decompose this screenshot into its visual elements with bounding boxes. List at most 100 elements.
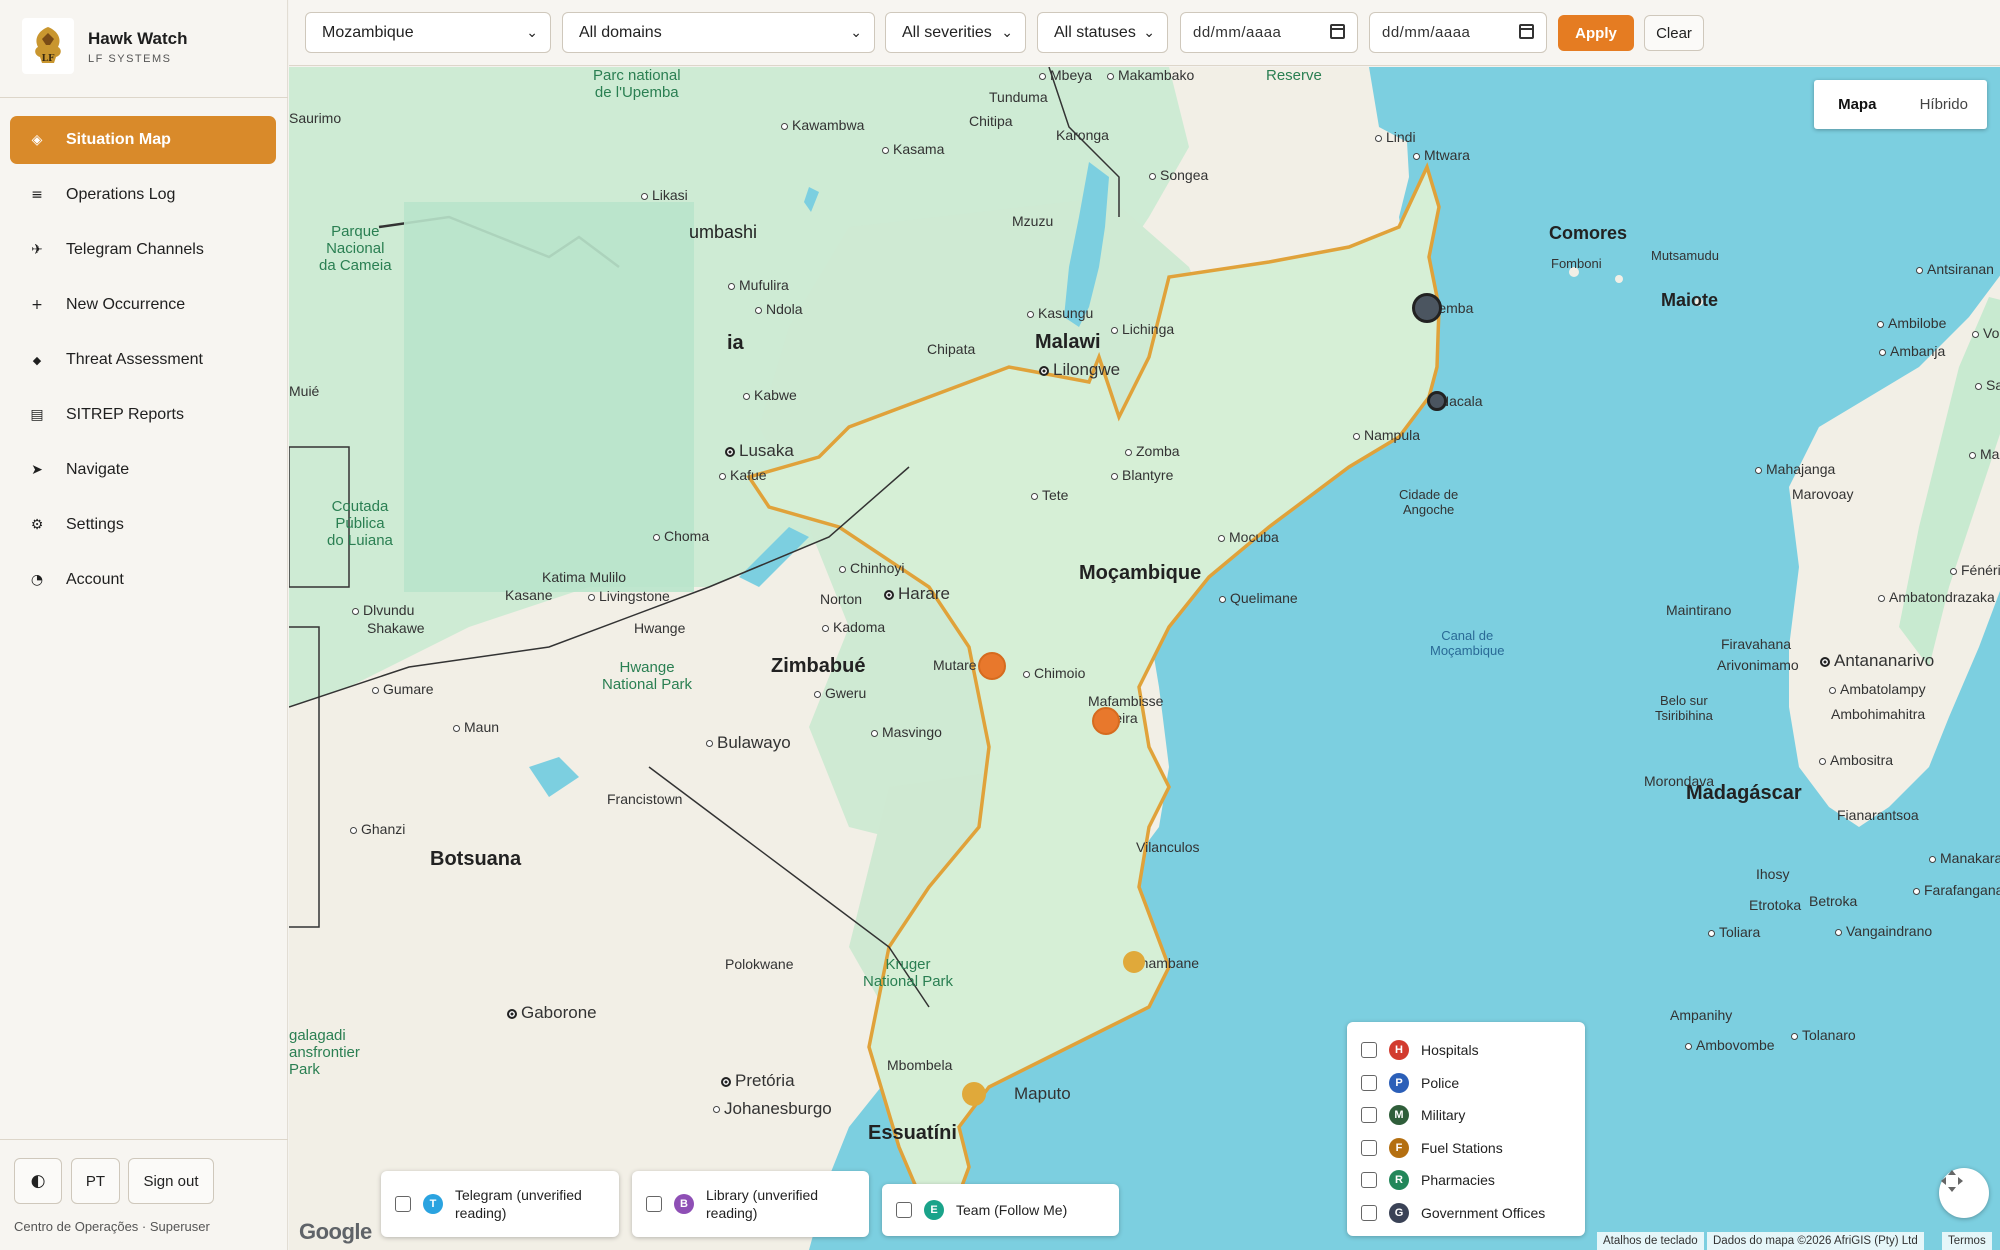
label-dlvundu: Dlvundu: [352, 602, 414, 618]
contrast-icon: ◐: [30, 1171, 46, 1191]
legend-row-police[interactable]: P Police: [1347, 1067, 1585, 1100]
country-select[interactable]: Mozambique ⌄: [305, 12, 551, 53]
incident-marker[interactable]: [1427, 391, 1447, 411]
checkbox[interactable]: [1361, 1042, 1377, 1059]
label-maputo: Maputo: [1014, 1084, 1071, 1103]
checkbox[interactable]: [1361, 1172, 1377, 1189]
label-francistown: Francistown: [607, 791, 683, 807]
team-icon: E: [924, 1200, 944, 1220]
checkbox[interactable]: [1361, 1107, 1377, 1124]
checkbox[interactable]: [395, 1196, 411, 1212]
nav-situation-map[interactable]: ◈ Situation Map: [10, 116, 276, 164]
label-likasi: Likasi: [641, 187, 688, 203]
legend-row-military[interactable]: M Military: [1347, 1099, 1585, 1132]
label-kawambwa: Kawambwa: [781, 117, 864, 133]
checkbox[interactable]: [896, 1202, 912, 1218]
calendar-icon[interactable]: [1330, 24, 1345, 39]
nav-operations-log[interactable]: ≡ Operations Log: [10, 171, 276, 219]
label-zimbabwe: Zimbabué: [771, 655, 866, 677]
checkbox[interactable]: [1361, 1204, 1377, 1221]
apply-button[interactable]: Apply: [1558, 15, 1634, 51]
label-hwange: Hwange: [634, 620, 686, 636]
layer-library[interactable]: B Library (unverified reading): [632, 1171, 869, 1237]
label-tunduma: Tunduma: [989, 89, 1048, 105]
label-park-hwange: Hwange National Park: [602, 659, 693, 693]
incident-marker[interactable]: [1123, 951, 1145, 973]
label-ambohimanitra: Ambohimahitra: [1831, 706, 1926, 722]
map-type-map-button[interactable]: Mapa: [1814, 80, 1901, 129]
incident-marker[interactable]: [1092, 707, 1120, 735]
label-vilanculos: Vilanculos: [1136, 839, 1200, 855]
incident-marker[interactable]: [962, 1082, 986, 1106]
severity-select-value: All severities: [902, 23, 992, 41]
report-icon: ▤: [30, 407, 44, 423]
plus-icon: +: [31, 297, 43, 313]
nav-sitrep-reports[interactable]: ▤ SITREP Reports: [10, 391, 276, 439]
hawk-logo[interactable]: LF: [22, 18, 74, 74]
legend-row-hospitals[interactable]: H Hospitals: [1347, 1034, 1585, 1067]
label-chipata: Chipata: [927, 341, 976, 357]
label-ambatondrazaka: Ambatondrazaka: [1878, 589, 1995, 605]
legend-row-pharmacies[interactable]: R Pharmacies: [1347, 1164, 1585, 1197]
domain-select[interactable]: All domains ⌄: [562, 12, 875, 53]
filter-bar: Mozambique ⌄ All domains ⌄ All severitie…: [289, 0, 2000, 66]
map-type-hybrid-button[interactable]: Híbrido: [1901, 80, 1988, 129]
military-icon: M: [1389, 1105, 1409, 1126]
label-quelimane: Quelimane: [1219, 590, 1298, 606]
terms-link[interactable]: Termos: [1942, 1232, 1992, 1250]
layer-team[interactable]: E Team (Follow Me): [882, 1184, 1119, 1236]
legend-row-fuel[interactable]: F Fuel Stations: [1347, 1132, 1585, 1165]
label-essuatini: Essuatíni: [868, 1122, 957, 1144]
date-to-placeholder: dd/mm/aaaa: [1382, 24, 1471, 41]
clear-button[interactable]: Clear: [1644, 15, 1704, 51]
label-mufulira: Mufulira: [728, 277, 789, 293]
language-button[interactable]: PT: [71, 1158, 120, 1204]
label-karonga: Karonga: [1056, 127, 1109, 143]
status-select[interactable]: All statuses ⌄: [1037, 12, 1168, 53]
label-nampula: Nampula: [1353, 427, 1420, 443]
date-to-input[interactable]: dd/mm/aaaa: [1369, 12, 1547, 53]
checkbox[interactable]: [1361, 1139, 1377, 1156]
legend-label: Fuel Stations: [1421, 1139, 1503, 1156]
user-icon: ◔: [30, 572, 44, 588]
layer-telegram[interactable]: T Telegram (unverified reading): [381, 1171, 619, 1237]
library-icon: B: [674, 1194, 694, 1214]
checkbox[interactable]: [1361, 1074, 1377, 1091]
keyboard-shortcuts-link[interactable]: Atalhos de teclado: [1597, 1232, 1704, 1250]
label-johannesburgo: Johanesburgo: [713, 1099, 832, 1119]
status-select-value: All statuses: [1054, 23, 1136, 41]
nav-threat-assessment[interactable]: ◆ Threat Assessment: [10, 336, 276, 384]
label-mbombela: Mbombela: [887, 1057, 953, 1073]
label-vangaindrano: Vangaindrano: [1835, 923, 1932, 939]
label-park-cameia: Parque Nacional da Cameia: [319, 223, 392, 274]
nav-navigate[interactable]: ➤ Navigate: [10, 446, 276, 494]
incident-marker[interactable]: [1412, 293, 1442, 323]
nav-new-occurrence[interactable]: + New Occurrence: [10, 281, 276, 329]
camera-control-button[interactable]: [1939, 1168, 1989, 1218]
label-saurimo: Saurimo: [289, 110, 342, 126]
checkbox[interactable]: [646, 1196, 662, 1212]
label-kabwe: Kabwe: [743, 387, 797, 403]
app-subtitle: LF SYSTEMS: [88, 53, 172, 65]
label-muie: Muié: [289, 383, 320, 399]
theme-toggle-button[interactable]: ◐: [14, 1158, 62, 1204]
pharmacy-icon: R: [1389, 1170, 1409, 1191]
nav-label: Account: [66, 571, 124, 588]
label-kafue: Kafue: [719, 467, 767, 483]
nav-settings[interactable]: ⚙ Settings: [10, 501, 276, 549]
label-mafambisse: Mafambisse: [1088, 693, 1164, 709]
incident-marker[interactable]: [978, 652, 1006, 680]
poi-legend: H Hospitals P Police M Military F Fuel S…: [1347, 1022, 1585, 1236]
calendar-icon[interactable]: [1519, 24, 1534, 39]
nav-telegram-channels[interactable]: ✈ Telegram Channels: [10, 226, 276, 274]
label-vohemar: Vohe: [1972, 325, 2000, 341]
date-from-input[interactable]: dd/mm/aaaa: [1180, 12, 1358, 53]
label-mozambique: Moçambique: [1079, 562, 1202, 584]
nav-account[interactable]: ◔ Account: [10, 556, 276, 604]
small-diamond-icon: ◆: [32, 353, 42, 367]
severity-select[interactable]: All severities ⌄: [885, 12, 1026, 53]
legend-label: Government Offices: [1421, 1204, 1546, 1221]
sign-out-button[interactable]: Sign out: [128, 1158, 214, 1204]
legend-row-government[interactable]: G Government Offices: [1347, 1197, 1585, 1230]
situation-map[interactable]: Moçambique Malawi Zimbabué Botsuana Mada…: [289, 67, 2000, 1250]
